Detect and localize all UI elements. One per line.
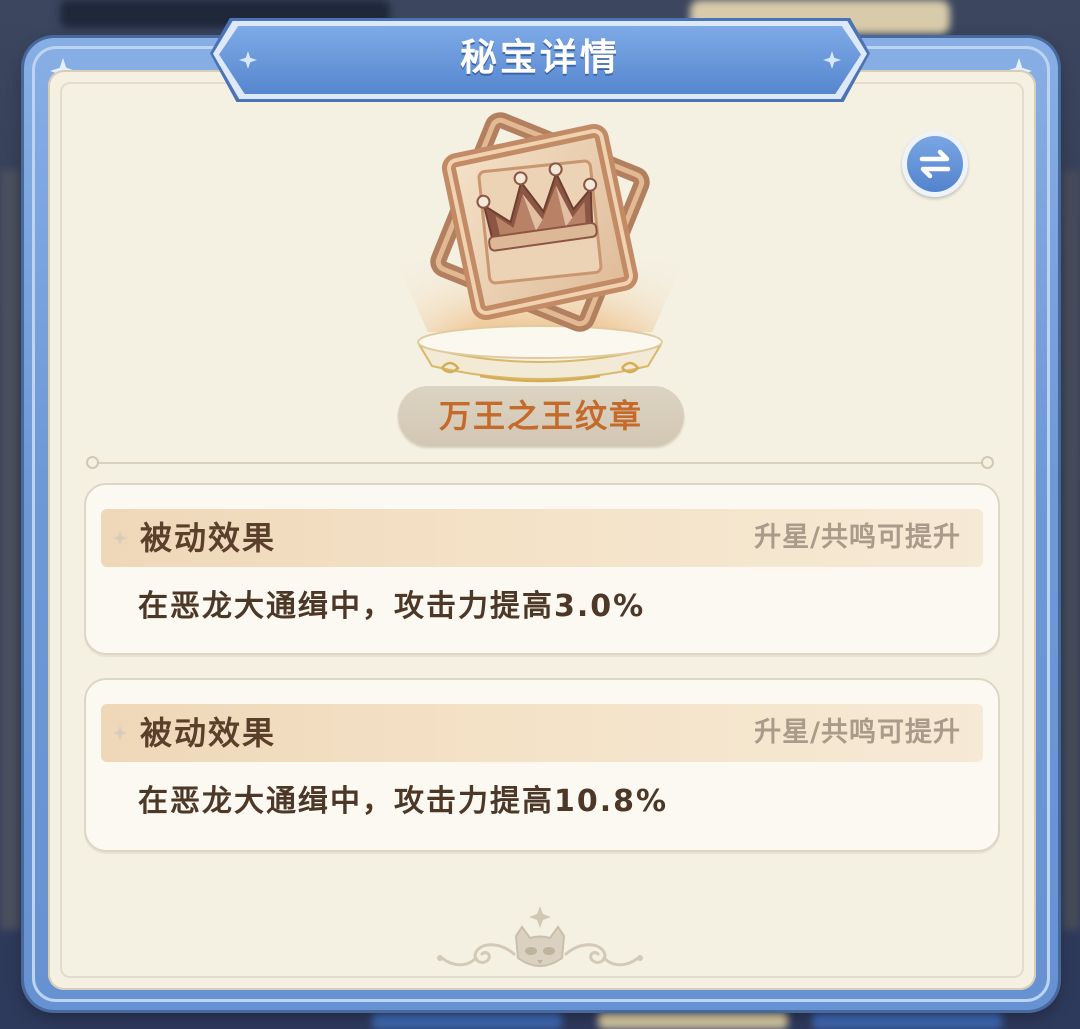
effect-header: 被动效果 升星/共鸣可提升: [101, 704, 983, 762]
background-button-blur: [812, 1012, 1002, 1029]
treasure-name: 万王之王纹章: [438, 397, 643, 435]
diamond-star-icon: [111, 529, 129, 547]
background-button-blur: [598, 1012, 788, 1029]
swap-button[interactable]: [902, 131, 968, 197]
background-left-edge: [0, 170, 20, 930]
effect-label: 被动效果: [140, 714, 277, 752]
effect-card: 被动效果 升星/共鸣可提升 在恶龙大通缉中，攻击力提高3.0%: [84, 483, 1000, 655]
dialog-title: 秘宝详情: [460, 36, 620, 79]
effect-description: 在恶龙大通缉中，攻击力提高3.0%: [138, 589, 646, 624]
effect-label: 被动效果: [140, 519, 277, 557]
effect-upgrade-hint: 升星/共鸣可提升: [754, 522, 961, 553]
effect-header: 被动效果 升星/共鸣可提升: [101, 509, 983, 567]
title-banner: 秘宝详情: [210, 18, 870, 102]
crown-emblem-icon: [380, 100, 700, 390]
cat-face-ornament-icon: [430, 900, 650, 980]
swap-arrows-icon: [907, 136, 963, 192]
divider-end-dot: [981, 456, 994, 469]
diamond-star-icon: [111, 724, 129, 742]
effect-description: 在恶龙大通缉中，攻击力提高10.8%: [138, 784, 669, 819]
effect-upgrade-hint: 升星/共鸣可提升: [754, 717, 961, 748]
background-right-edge: [1062, 170, 1080, 930]
effect-card: 被动效果 升星/共鸣可提升 在恶龙大通缉中，攻击力提高10.8%: [84, 678, 1000, 852]
section-divider: [92, 462, 988, 464]
divider-end-dot: [86, 456, 99, 469]
treasure-name-plate: 万王之王纹章: [398, 386, 684, 446]
background-button-blur: [372, 1012, 562, 1029]
